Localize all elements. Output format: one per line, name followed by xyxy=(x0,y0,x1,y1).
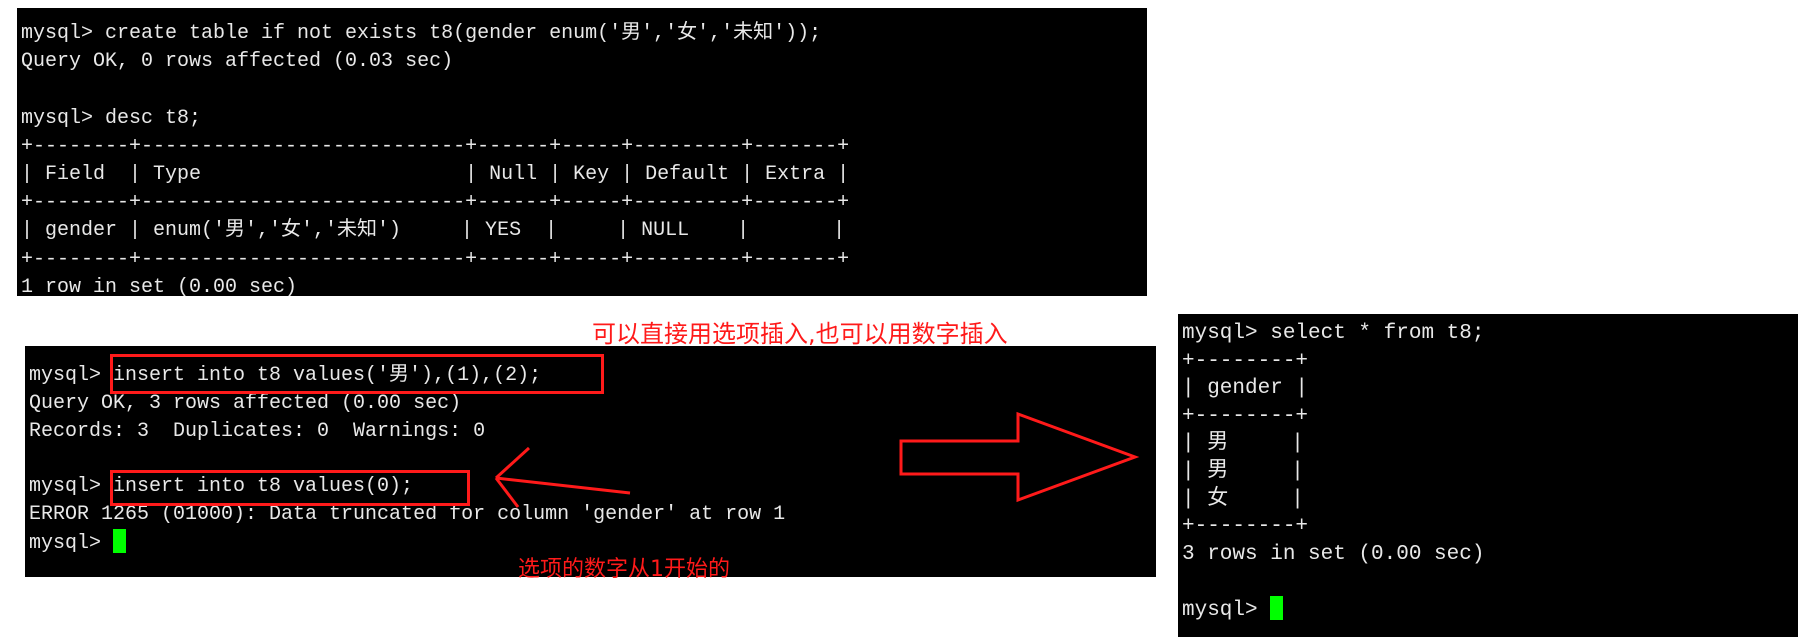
annotation-overlay xyxy=(494,411,1140,508)
small-arrow-left-icon xyxy=(494,446,631,508)
big-arrow-right-icon xyxy=(899,411,1140,503)
